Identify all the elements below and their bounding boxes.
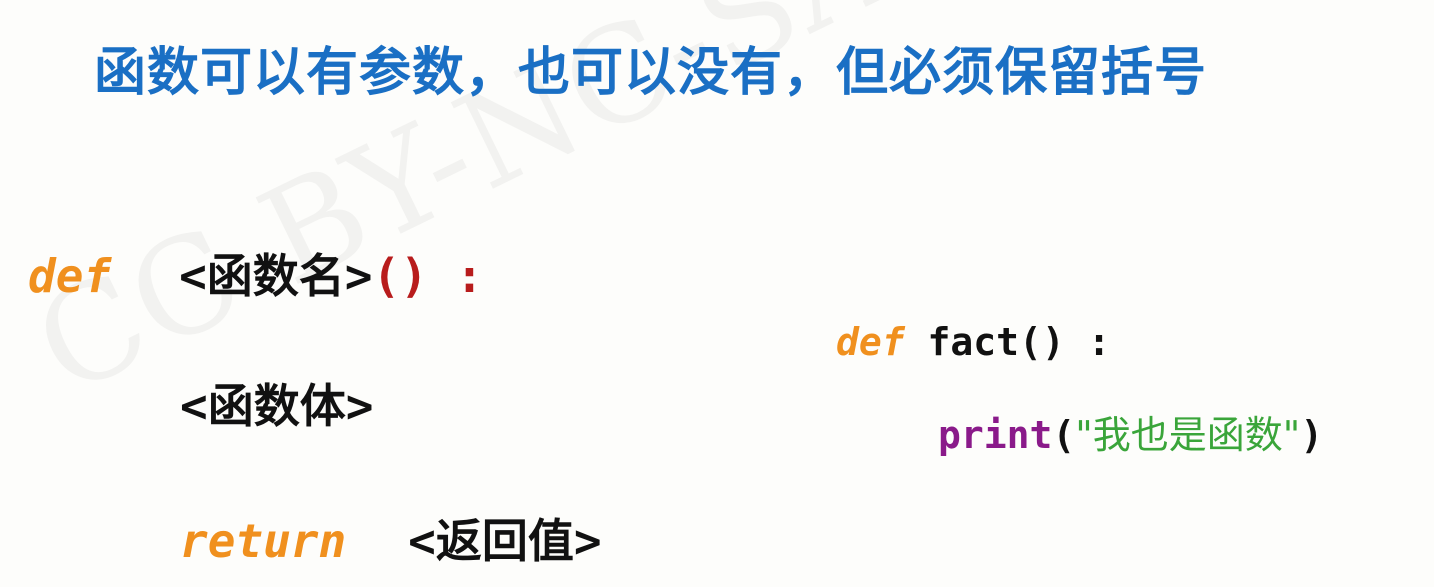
example-signature: fact() : [904, 320, 1111, 364]
syntax-return-line: return <返回值> [180, 505, 602, 571]
return-keyword: return [180, 514, 347, 568]
syntax-body-line: <函数体> [180, 370, 373, 436]
print-close-paren: ) [1300, 413, 1324, 457]
slide: CC BY-NC-SA 4.0 嵩天 函数可以有参数，也可以没有，但必须保留括号… [0, 0, 1434, 587]
example-def-line: def fact() : [836, 320, 1111, 364]
example-def-keyword: def [836, 320, 905, 364]
func-name-placeholder: <函数名> [179, 249, 373, 303]
example-print-line: print("我也是函数") [938, 404, 1323, 459]
print-string: "我也是函数" [1075, 413, 1301, 457]
syntax-def-line: def <函数名>() : [28, 240, 483, 306]
print-function: print [938, 413, 1053, 457]
parens: () [372, 249, 428, 303]
def-keyword: def [28, 249, 112, 303]
slide-title: 函数可以有参数，也可以没有，但必须保留括号 [94, 43, 1208, 103]
print-open-paren: ( [1052, 413, 1076, 457]
return-value-placeholder: <返回值> [408, 514, 602, 568]
func-body-placeholder: <函数体> [180, 379, 374, 433]
colon: : [427, 249, 484, 303]
